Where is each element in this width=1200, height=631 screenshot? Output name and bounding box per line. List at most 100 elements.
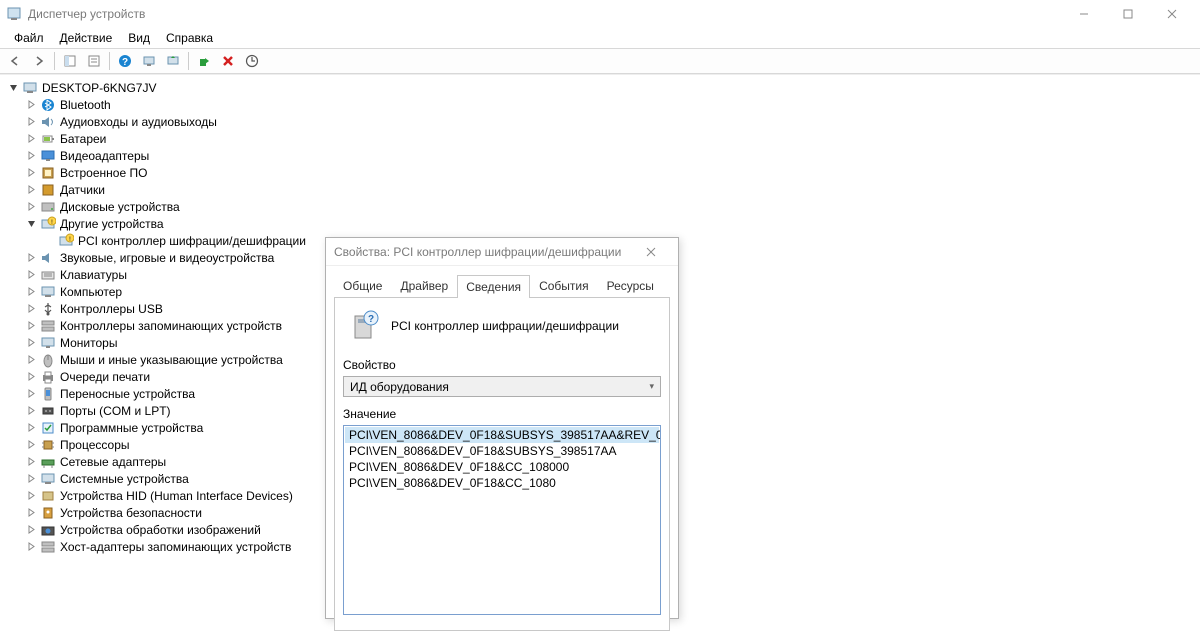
tree-label: Датчики — [60, 183, 105, 197]
keyboard-icon — [40, 267, 56, 283]
tree-label: Звуковые, игровые и видеоустройства — [60, 251, 274, 265]
port-icon — [40, 403, 56, 419]
tree-label: Батареи — [60, 132, 106, 146]
usb-icon — [40, 301, 56, 317]
hardware-id-item[interactable]: PCI\VEN_8086&DEV_0F18&CC_108000 — [345, 459, 659, 475]
collapsed-caret-icon[interactable] — [24, 353, 38, 367]
collapsed-caret-icon[interactable] — [24, 183, 38, 197]
collapsed-caret-icon[interactable] — [24, 251, 38, 265]
window-title: Диспетчер устройств — [28, 7, 1062, 21]
tree-label: Сетевые адаптеры — [60, 455, 166, 469]
tab-details[interactable]: Сведения — [457, 275, 530, 298]
tree-label: Компьютер — [60, 285, 122, 299]
collapsed-caret-icon[interactable] — [24, 370, 38, 384]
tree-label: Порты (COM и LPT) — [60, 404, 171, 418]
collapsed-caret-icon[interactable] — [24, 149, 38, 163]
minimize-button[interactable] — [1062, 0, 1106, 28]
tree-label: Устройства обработки изображений — [60, 523, 261, 537]
svg-text:?: ? — [122, 57, 128, 68]
collapsed-caret-icon[interactable] — [24, 438, 38, 452]
back-button[interactable] — [4, 50, 26, 72]
collapsed-caret-icon[interactable] — [24, 489, 38, 503]
tab-resources[interactable]: Ресурсы — [598, 274, 663, 297]
warn-icon: ! — [58, 233, 74, 249]
show-hide-tree-button[interactable] — [59, 50, 81, 72]
hardware-id-item[interactable]: PCI\VEN_8086&DEV_0F18&SUBSYS_398517AA&RE… — [345, 427, 659, 443]
svg-text:?: ? — [368, 314, 374, 325]
menu-help[interactable]: Справка — [158, 29, 221, 47]
enable-device-button[interactable] — [193, 50, 215, 72]
collapsed-caret-icon[interactable] — [24, 200, 38, 214]
dialog-close-button[interactable] — [646, 247, 670, 257]
audio-icon — [40, 114, 56, 130]
tree-label: Устройства HID (Human Interface Devices) — [60, 489, 293, 503]
help-button[interactable]: ? — [114, 50, 136, 72]
window-controls — [1062, 0, 1194, 28]
collapsed-caret-icon[interactable] — [24, 523, 38, 537]
collapsed-caret-icon[interactable] — [24, 132, 38, 146]
collapsed-caret-icon[interactable] — [24, 455, 38, 469]
tree-label: DESKTOP-6KNG7JV — [42, 81, 156, 95]
tree-label: Контроллеры запоминающих устройств — [60, 319, 282, 333]
properties-button[interactable] — [83, 50, 105, 72]
sensor-icon — [40, 182, 56, 198]
tree-label: Системные устройства — [60, 472, 189, 486]
tree-row[interactable]: Bluetooth — [2, 96, 1200, 113]
tree-row[interactable]: Батареи — [2, 130, 1200, 147]
collapsed-caret-icon[interactable] — [24, 421, 38, 435]
toolbar: ? — [0, 48, 1200, 74]
cpu-icon — [40, 437, 56, 453]
collapsed-caret-icon[interactable] — [24, 115, 38, 129]
tree-label: Программные устройства — [60, 421, 203, 435]
collapsed-caret-icon[interactable] — [24, 404, 38, 418]
collapsed-caret-icon[interactable] — [24, 472, 38, 486]
tab-events[interactable]: События — [530, 274, 598, 297]
menu-file[interactable]: Файл — [6, 29, 52, 47]
collapsed-caret-icon[interactable] — [24, 540, 38, 554]
tree-row[interactable]: DESKTOP-6KNG7JV — [2, 79, 1200, 96]
tab-driver[interactable]: Драйвер — [391, 274, 457, 297]
scan-hardware-button[interactable] — [138, 50, 160, 72]
menu-action[interactable]: Действие — [52, 29, 121, 47]
collapsed-caret-icon[interactable] — [24, 285, 38, 299]
tree-row[interactable]: Аудиовходы и аудиовыходы — [2, 113, 1200, 130]
tree-row[interactable]: Встроенное ПО — [2, 164, 1200, 181]
tree-label: Bluetooth — [60, 98, 111, 112]
scan-changes-button[interactable] — [241, 50, 263, 72]
collapsed-caret-icon[interactable] — [24, 268, 38, 282]
expanded-caret-icon[interactable] — [6, 81, 20, 95]
update-driver-button[interactable] — [162, 50, 184, 72]
collapsed-caret-icon[interactable] — [24, 302, 38, 316]
collapsed-caret-icon[interactable] — [24, 336, 38, 350]
dialog-titlebar[interactable]: Свойства: PCI контроллер шифрации/дешифр… — [326, 238, 678, 266]
collapsed-caret-icon[interactable] — [24, 506, 38, 520]
menu-view[interactable]: Вид — [120, 29, 158, 47]
forward-button[interactable] — [28, 50, 50, 72]
tree-row[interactable]: !Другие устройства — [2, 215, 1200, 232]
value-listbox[interactable]: PCI\VEN_8086&DEV_0F18&SUBSYS_398517AA&RE… — [343, 425, 661, 615]
hid-icon — [40, 488, 56, 504]
close-button[interactable] — [1150, 0, 1194, 28]
portable-icon — [40, 386, 56, 402]
properties-dialog: Свойства: PCI контроллер шифрации/дешифр… — [325, 237, 679, 619]
tree-row[interactable]: Датчики — [2, 181, 1200, 198]
security-icon — [40, 505, 56, 521]
hardware-id-item[interactable]: PCI\VEN_8086&DEV_0F18&SUBSYS_398517AA — [345, 443, 659, 459]
tree-label: Процессоры — [60, 438, 130, 452]
collapsed-caret-icon[interactable] — [24, 319, 38, 333]
maximize-button[interactable] — [1106, 0, 1150, 28]
collapsed-caret-icon[interactable] — [24, 166, 38, 180]
property-dropdown[interactable]: ИД оборудования ▾ — [343, 376, 661, 397]
no-caret-icon — [42, 234, 56, 248]
tab-general[interactable]: Общие — [334, 274, 391, 297]
tree-row[interactable]: Дисковые устройства — [2, 198, 1200, 215]
dialog-tabs: Общие Драйвер Сведения События Ресурсы — [326, 266, 678, 297]
collapsed-caret-icon[interactable] — [24, 98, 38, 112]
hardware-id-item[interactable]: PCI\VEN_8086&DEV_0F18&CC_1080 — [345, 475, 659, 491]
expanded-caret-icon[interactable] — [24, 217, 38, 231]
uninstall-device-button[interactable] — [217, 50, 239, 72]
value-label: Значение — [343, 407, 661, 421]
collapsed-caret-icon[interactable] — [24, 387, 38, 401]
property-label: Свойство — [343, 358, 661, 372]
tree-row[interactable]: Видеоадаптеры — [2, 147, 1200, 164]
